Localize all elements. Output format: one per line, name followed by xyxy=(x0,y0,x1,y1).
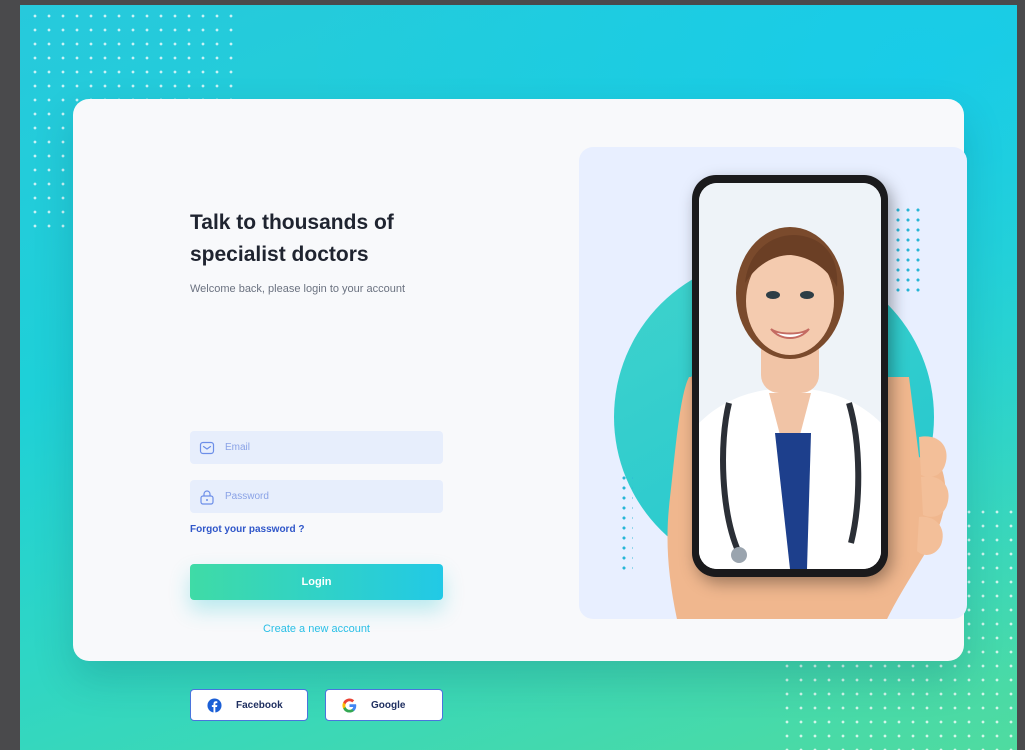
email-input[interactable] xyxy=(223,441,427,454)
email-field[interactable] xyxy=(190,431,443,464)
login-form: Talk to thousands of specialist doctors … xyxy=(190,207,450,721)
login-button[interactable]: Login xyxy=(190,564,443,600)
page-title: Talk to thousands of specialist doctors xyxy=(190,211,394,266)
hero-illustration xyxy=(579,147,967,619)
facebook-label: Facebook xyxy=(236,699,283,711)
doctor-photo xyxy=(699,183,881,569)
google-login-button[interactable]: Google xyxy=(325,689,443,721)
phone-illustration xyxy=(692,175,888,577)
lock-icon xyxy=(199,489,215,505)
google-label: Google xyxy=(371,699,406,711)
background: Talk to thousands of specialist doctors … xyxy=(20,5,1017,750)
forgot-password-link[interactable]: Forgot your password ? xyxy=(190,524,304,535)
welcome-text: Welcome back, please login to your accou… xyxy=(190,283,406,295)
facebook-icon xyxy=(207,697,222,713)
password-field[interactable] xyxy=(190,480,443,513)
decorative-dots xyxy=(893,205,921,297)
mail-icon xyxy=(199,440,215,456)
login-card: Talk to thousands of specialist doctors … xyxy=(73,99,967,721)
google-icon xyxy=(342,698,357,713)
create-account-link[interactable]: Create a new account xyxy=(190,623,443,635)
password-input[interactable] xyxy=(223,490,427,503)
facebook-login-button[interactable]: Facebook xyxy=(190,689,308,721)
